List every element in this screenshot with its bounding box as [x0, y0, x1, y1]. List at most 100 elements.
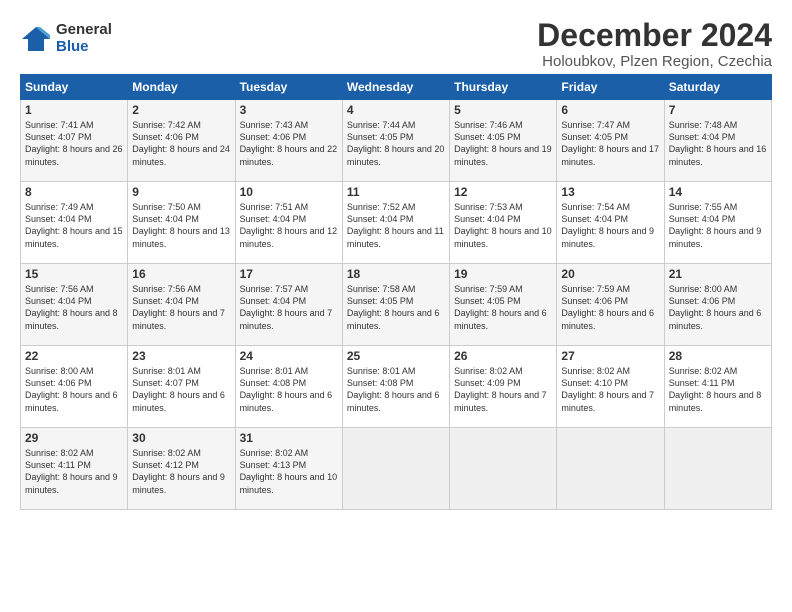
col-wednesday: Wednesday [342, 75, 449, 100]
day-number: 5 [454, 103, 552, 117]
calendar-week-3: 22 Sunrise: 8:00 AMSunset: 4:06 PMDaylig… [21, 346, 772, 428]
calendar-cell [342, 428, 449, 510]
day-number: 20 [561, 267, 659, 281]
day-number: 10 [240, 185, 338, 199]
col-sunday: Sunday [21, 75, 128, 100]
month-title: December 2024 [537, 18, 772, 53]
cell-info: Sunrise: 8:02 AMSunset: 4:12 PMDaylight:… [132, 448, 225, 494]
cell-info: Sunrise: 7:53 AMSunset: 4:04 PMDaylight:… [454, 202, 552, 248]
calendar-cell: 25 Sunrise: 8:01 AMSunset: 4:08 PMDaylig… [342, 346, 449, 428]
day-number: 14 [669, 185, 767, 199]
day-number: 30 [132, 431, 230, 445]
calendar-cell: 1 Sunrise: 7:41 AMSunset: 4:07 PMDayligh… [21, 100, 128, 182]
day-number: 7 [669, 103, 767, 117]
cell-info: Sunrise: 7:59 AMSunset: 4:06 PMDaylight:… [561, 284, 654, 330]
calendar-week-0: 1 Sunrise: 7:41 AMSunset: 4:07 PMDayligh… [21, 100, 772, 182]
calendar-cell: 23 Sunrise: 8:01 AMSunset: 4:07 PMDaylig… [128, 346, 235, 428]
cell-info: Sunrise: 7:47 AMSunset: 4:05 PMDaylight:… [561, 120, 659, 166]
col-saturday: Saturday [664, 75, 771, 100]
day-number: 8 [25, 185, 123, 199]
calendar-cell: 18 Sunrise: 7:58 AMSunset: 4:05 PMDaylig… [342, 264, 449, 346]
day-number: 28 [669, 349, 767, 363]
calendar-cell: 9 Sunrise: 7:50 AMSunset: 4:04 PMDayligh… [128, 182, 235, 264]
calendar-cell: 19 Sunrise: 7:59 AMSunset: 4:05 PMDaylig… [450, 264, 557, 346]
day-number: 21 [669, 267, 767, 281]
logo-text: General Blue [56, 22, 112, 55]
cell-info: Sunrise: 7:51 AMSunset: 4:04 PMDaylight:… [240, 202, 338, 248]
cell-info: Sunrise: 7:44 AMSunset: 4:05 PMDaylight:… [347, 120, 445, 166]
col-friday: Friday [557, 75, 664, 100]
calendar-cell: 14 Sunrise: 7:55 AMSunset: 4:04 PMDaylig… [664, 182, 771, 264]
cell-info: Sunrise: 8:02 AMSunset: 4:11 PMDaylight:… [669, 366, 762, 412]
calendar-cell: 2 Sunrise: 7:42 AMSunset: 4:06 PMDayligh… [128, 100, 235, 182]
day-number: 24 [240, 349, 338, 363]
day-number: 1 [25, 103, 123, 117]
calendar-cell: 22 Sunrise: 8:00 AMSunset: 4:06 PMDaylig… [21, 346, 128, 428]
calendar-cell: 12 Sunrise: 7:53 AMSunset: 4:04 PMDaylig… [450, 182, 557, 264]
cell-info: Sunrise: 7:50 AMSunset: 4:04 PMDaylight:… [132, 202, 230, 248]
calendar-cell: 20 Sunrise: 7:59 AMSunset: 4:06 PMDaylig… [557, 264, 664, 346]
day-number: 19 [454, 267, 552, 281]
calendar-cell: 10 Sunrise: 7:51 AMSunset: 4:04 PMDaylig… [235, 182, 342, 264]
cell-info: Sunrise: 7:41 AMSunset: 4:07 PMDaylight:… [25, 120, 123, 166]
day-number: 26 [454, 349, 552, 363]
cell-info: Sunrise: 8:00 AMSunset: 4:06 PMDaylight:… [669, 284, 762, 330]
calendar-week-1: 8 Sunrise: 7:49 AMSunset: 4:04 PMDayligh… [21, 182, 772, 264]
day-number: 9 [132, 185, 230, 199]
day-number: 25 [347, 349, 445, 363]
calendar-cell: 8 Sunrise: 7:49 AMSunset: 4:04 PMDayligh… [21, 182, 128, 264]
day-number: 27 [561, 349, 659, 363]
calendar-table: Sunday Monday Tuesday Wednesday Thursday… [20, 74, 772, 510]
day-number: 11 [347, 185, 445, 199]
col-monday: Monday [128, 75, 235, 100]
cell-info: Sunrise: 7:55 AMSunset: 4:04 PMDaylight:… [669, 202, 762, 248]
cell-info: Sunrise: 7:46 AMSunset: 4:05 PMDaylight:… [454, 120, 552, 166]
logo: General Blue [20, 22, 112, 55]
cell-info: Sunrise: 7:49 AMSunset: 4:04 PMDaylight:… [25, 202, 123, 248]
day-number: 6 [561, 103, 659, 117]
cell-info: Sunrise: 8:02 AMSunset: 4:13 PMDaylight:… [240, 448, 338, 494]
cell-info: Sunrise: 8:02 AMSunset: 4:09 PMDaylight:… [454, 366, 547, 412]
day-number: 15 [25, 267, 123, 281]
header: General Blue December 2024 Holoubkov, Pl… [20, 18, 772, 70]
cell-info: Sunrise: 7:56 AMSunset: 4:04 PMDaylight:… [25, 284, 118, 330]
cell-info: Sunrise: 8:02 AMSunset: 4:10 PMDaylight:… [561, 366, 654, 412]
calendar-cell: 31 Sunrise: 8:02 AMSunset: 4:13 PMDaylig… [235, 428, 342, 510]
col-tuesday: Tuesday [235, 75, 342, 100]
calendar-cell: 21 Sunrise: 8:00 AMSunset: 4:06 PMDaylig… [664, 264, 771, 346]
col-thursday: Thursday [450, 75, 557, 100]
day-number: 16 [132, 267, 230, 281]
day-number: 2 [132, 103, 230, 117]
calendar-cell: 28 Sunrise: 8:02 AMSunset: 4:11 PMDaylig… [664, 346, 771, 428]
logo-icon [20, 25, 52, 53]
day-number: 22 [25, 349, 123, 363]
calendar-cell: 11 Sunrise: 7:52 AMSunset: 4:04 PMDaylig… [342, 182, 449, 264]
day-number: 29 [25, 431, 123, 445]
cell-info: Sunrise: 7:56 AMSunset: 4:04 PMDaylight:… [132, 284, 225, 330]
cell-info: Sunrise: 8:01 AMSunset: 4:08 PMDaylight:… [347, 366, 440, 412]
calendar-cell: 13 Sunrise: 7:54 AMSunset: 4:04 PMDaylig… [557, 182, 664, 264]
calendar-cell: 17 Sunrise: 7:57 AMSunset: 4:04 PMDaylig… [235, 264, 342, 346]
calendar-week-4: 29 Sunrise: 8:02 AMSunset: 4:11 PMDaylig… [21, 428, 772, 510]
cell-info: Sunrise: 8:01 AMSunset: 4:08 PMDaylight:… [240, 366, 333, 412]
day-number: 13 [561, 185, 659, 199]
cell-info: Sunrise: 7:59 AMSunset: 4:05 PMDaylight:… [454, 284, 547, 330]
calendar-cell: 24 Sunrise: 8:01 AMSunset: 4:08 PMDaylig… [235, 346, 342, 428]
day-number: 31 [240, 431, 338, 445]
header-row: Sunday Monday Tuesday Wednesday Thursday… [21, 75, 772, 100]
cell-info: Sunrise: 7:52 AMSunset: 4:04 PMDaylight:… [347, 202, 444, 248]
calendar-cell [664, 428, 771, 510]
cell-info: Sunrise: 8:01 AMSunset: 4:07 PMDaylight:… [132, 366, 225, 412]
page-container: General Blue December 2024 Holoubkov, Pl… [0, 0, 792, 520]
day-number: 12 [454, 185, 552, 199]
title-section: December 2024 Holoubkov, Plzen Region, C… [537, 18, 772, 70]
calendar-cell: 27 Sunrise: 8:02 AMSunset: 4:10 PMDaylig… [557, 346, 664, 428]
day-number: 4 [347, 103, 445, 117]
calendar-cell: 6 Sunrise: 7:47 AMSunset: 4:05 PMDayligh… [557, 100, 664, 182]
calendar-cell: 7 Sunrise: 7:48 AMSunset: 4:04 PMDayligh… [664, 100, 771, 182]
location: Holoubkov, Plzen Region, Czechia [537, 53, 772, 70]
calendar-cell: 5 Sunrise: 7:46 AMSunset: 4:05 PMDayligh… [450, 100, 557, 182]
logo-blue: Blue [56, 39, 112, 56]
cell-info: Sunrise: 7:58 AMSunset: 4:05 PMDaylight:… [347, 284, 440, 330]
cell-info: Sunrise: 7:43 AMSunset: 4:06 PMDaylight:… [240, 120, 338, 166]
